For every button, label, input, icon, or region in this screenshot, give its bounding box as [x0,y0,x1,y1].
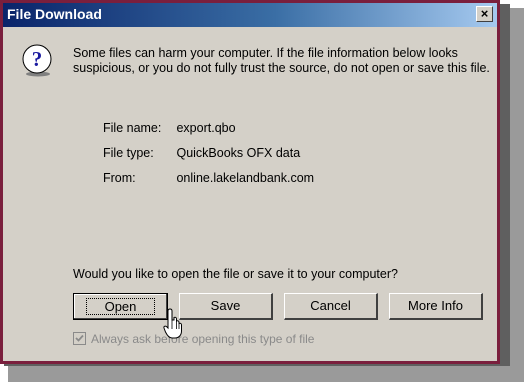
always-ask-checkbox-row[interactable]: Always ask before opening this type of f… [73,332,314,346]
from-label: From: [103,171,136,185]
title-bar[interactable]: File Download × [3,3,497,27]
close-icon: × [480,6,489,21]
dialog-title: File Download [7,6,102,22]
svg-text:?: ? [32,47,43,71]
file-type-value: QuickBooks OFX data [176,146,301,160]
file-download-dialog: File Download × ? Some files can harm yo… [0,0,500,364]
open-or-save-question: Would you like to open the file or save … [73,267,398,281]
question-icon: ? [22,44,52,77]
more-info-button[interactable]: More Info [389,293,483,320]
checkmark-icon [75,334,84,342]
mouse-cursor-icon [163,308,182,339]
close-button[interactable]: × [476,6,493,22]
always-ask-label: Always ask before opening this type of f… [91,332,315,346]
save-button[interactable]: Save [179,293,273,320]
file-type-row: File type: QuickBooks OFX data [103,146,300,160]
file-name-label: File name: [103,121,162,135]
file-name-value: export.qbo [176,121,236,135]
cancel-button[interactable]: Cancel [284,293,378,320]
file-name-row: File name: export.qbo [103,121,236,135]
always-ask-checkbox[interactable] [73,332,86,345]
open-button-label: Open [85,298,156,315]
file-type-label: File type: [103,146,154,160]
open-button[interactable]: Open [73,293,168,320]
from-row: From: online.lakelandbank.com [103,171,314,185]
warning-text: Some files can harm your computer. If th… [73,46,490,75]
from-value: online.lakelandbank.com [176,171,315,185]
